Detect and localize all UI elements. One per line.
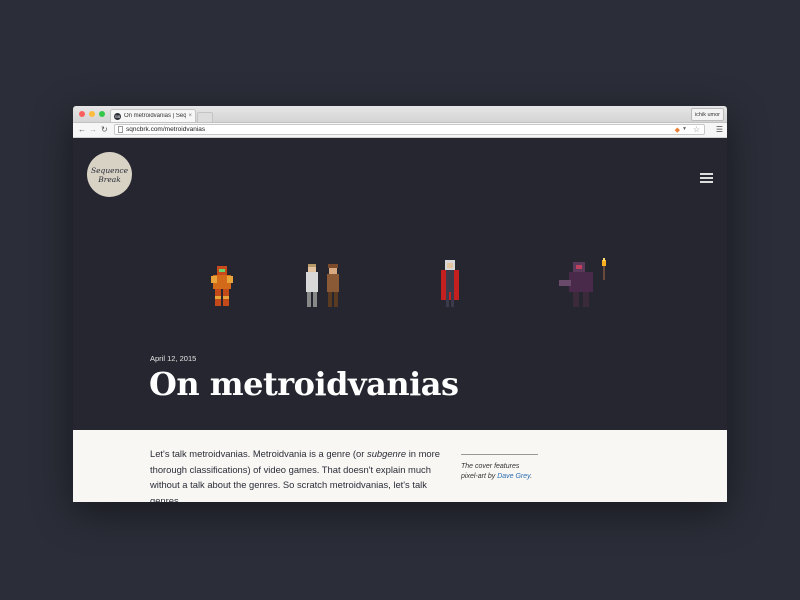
- browser-toolbar: ← → ↻ sqncbrk.com/metroidvanias ◆ ▼ ☆ ☰: [73, 123, 727, 138]
- tab-close-icon[interactable]: ×: [188, 113, 192, 119]
- chevron-down-icon[interactable]: ▼: [682, 126, 687, 132]
- new-tab-button[interactable]: [197, 112, 213, 122]
- tab-strip: SB On metroidvanias | Sequence Break × i…: [73, 106, 727, 123]
- back-arrow-icon[interactable]: ←: [78, 124, 86, 136]
- hooded-figure-sprite: [559, 258, 606, 307]
- site-logo[interactable]: Sequence Break: [87, 152, 132, 197]
- samus-sprite: [211, 266, 233, 306]
- body-emphasis: subgenre: [367, 448, 407, 459]
- page-icon: [118, 126, 123, 133]
- browser-menu-icon[interactable]: ☰: [716, 125, 723, 135]
- tab-title: On metroidvanias | Sequence Break: [124, 113, 187, 119]
- scientist-sprite: [306, 264, 318, 307]
- site-menu-icon[interactable]: [700, 173, 713, 185]
- address-bar[interactable]: sqncbrk.com/metroidvanias ◆ ▼ ☆: [114, 124, 705, 135]
- close-window-button[interactable]: [79, 111, 85, 117]
- url-text: sqncbrk.com/metroidvanias: [126, 126, 206, 133]
- extension-icon[interactable]: ◆: [675, 126, 680, 134]
- soldier-sprite: [327, 264, 339, 307]
- post-body: Let's talk metroidvanias. Metroidvania i…: [150, 448, 440, 502]
- alucard-sprite: [441, 260, 459, 307]
- logo-line-1: Sequence: [90, 165, 129, 175]
- dave-grey-link[interactable]: Dave Grey: [497, 473, 530, 480]
- web-page: Sequence Break April 12, 2015 On metroid…: [73, 138, 727, 502]
- post-date: April 12, 2015: [150, 354, 197, 363]
- browser-window: SB On metroidvanias | Sequence Break × i…: [73, 106, 727, 502]
- star-icon[interactable]: ☆: [693, 125, 700, 134]
- logo-line-2: Break: [98, 174, 121, 184]
- user-profile-button[interactable]: ichik umor: [690, 108, 724, 121]
- browser-tab[interactable]: SB On metroidvanias | Sequence Break ×: [110, 109, 196, 122]
- post-title: On metroidvanias: [149, 365, 459, 403]
- reload-icon[interactable]: ↻: [101, 124, 108, 136]
- cover-caption: The cover features pixel-art by Dave Gre…: [461, 454, 538, 481]
- forward-arrow-icon[interactable]: →: [89, 124, 97, 136]
- post-content: Let's talk metroidvanias. Metroidvania i…: [73, 430, 727, 502]
- minimize-window-button[interactable]: [89, 111, 95, 117]
- favicon-icon: SB: [114, 112, 121, 120]
- zoom-window-button[interactable]: [99, 111, 105, 117]
